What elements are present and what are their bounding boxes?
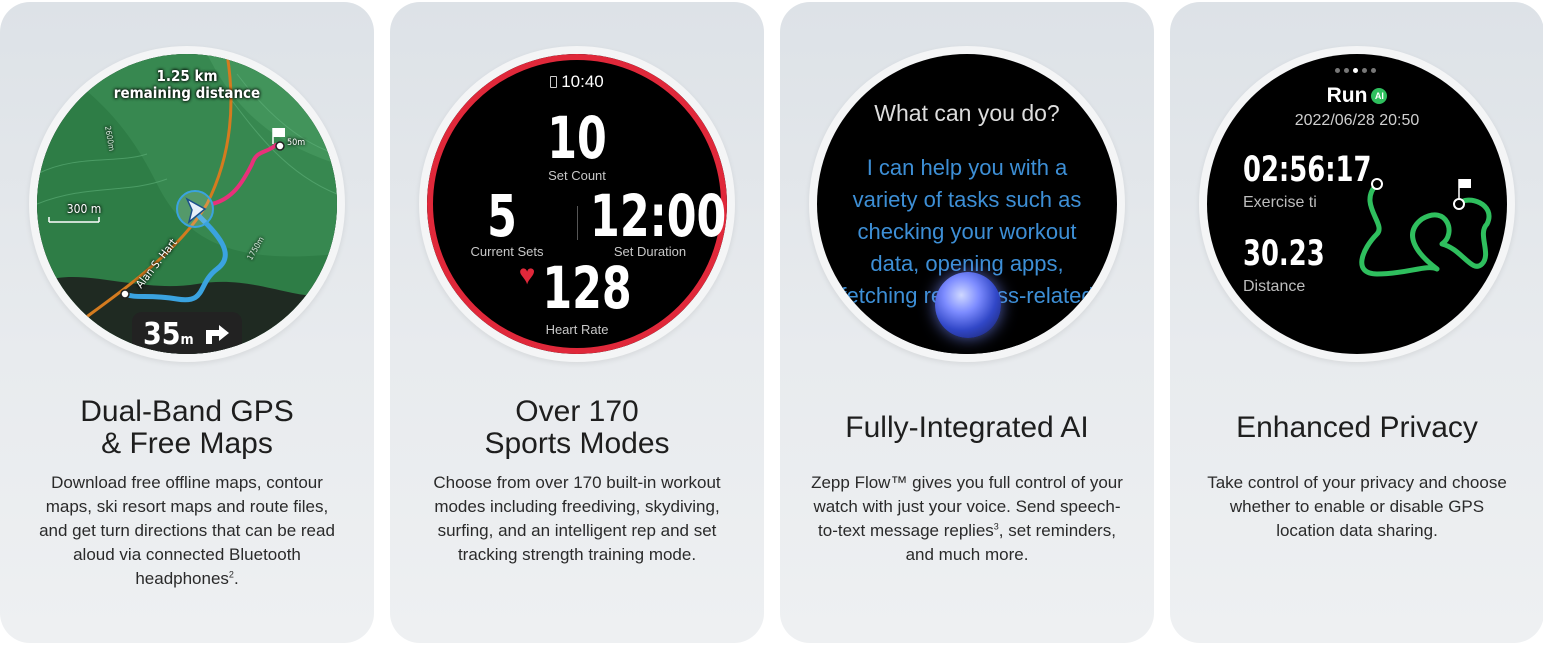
- feature-card-sports: 10:40 10 Set Count 5 Current Sets 12:00 …: [390, 2, 764, 643]
- exercise-time-label: Exercise ti: [1243, 194, 1317, 211]
- flag-label: 50m: [287, 138, 306, 148]
- finish-flag-icon: [1459, 179, 1471, 188]
- map-scale-label: 300 m: [66, 202, 102, 216]
- card-title: Dual-Band GPS & Free Maps: [80, 395, 294, 460]
- ai-badge-icon: AI: [1371, 88, 1388, 104]
- card-description: Choose from over 170 built-in workout mo…: [433, 473, 721, 564]
- heart-rate-label: Heart Rate: [545, 322, 609, 337]
- card-title: Enhanced Privacy: [1236, 411, 1478, 444]
- feature-card-ai: What can you do? I can help you with a v…: [780, 2, 1154, 643]
- watch-face-sports: 10:40 10 Set Count 5 Current Sets 12:00 …: [419, 46, 735, 362]
- set-duration-value: 12:00: [590, 182, 727, 250]
- route-map: [1359, 178, 1492, 277]
- page-indicator: [1333, 60, 1378, 78]
- watch-screen: 10:40 10 Set Count 5 Current Sets 12:00 …: [427, 54, 727, 354]
- feature-card-privacy: Run AI 2022/06/28 20:50 02:56:17 Exercise…: [1170, 2, 1543, 643]
- status-bar: 10:40: [427, 72, 727, 92]
- divider: [577, 206, 578, 240]
- card-description: Take control of your privacy and choose …: [1207, 473, 1507, 540]
- card-title: Fully-Integrated AI: [845, 411, 1089, 444]
- watch-face-ai: What can you do? I can help you with a v…: [809, 46, 1125, 362]
- watch-screen: What can you do? I can help you with a v…: [817, 54, 1117, 354]
- ai-question: What can you do?: [874, 100, 1060, 126]
- current-sets-value: 5: [487, 182, 517, 250]
- card-description: Download free offline maps, contour maps…: [39, 473, 335, 588]
- watch-screen: 1.25 km remaining distance 300 m Alan S.…: [37, 54, 337, 354]
- watch-face-map: 1.25 km remaining distance 300 m Alan S.…: [29, 46, 345, 362]
- card-title: Over 170 Sports Modes: [484, 395, 670, 460]
- voice-assistant-orb-icon[interactable]: [935, 272, 1001, 338]
- card-description: Zepp Flow™ gives you full control of you…: [811, 473, 1123, 564]
- turn-instruction: 35m: [132, 312, 242, 354]
- set-count-label: Set Count: [548, 168, 606, 183]
- activity-title: Run AI: [1207, 84, 1507, 108]
- turn-right-icon: [206, 325, 230, 344]
- distance-label: Distance: [1243, 278, 1306, 295]
- remaining-distance: 1.25 km remaining distance: [113, 67, 261, 102]
- distance-value: 30.23: [1243, 234, 1325, 274]
- activity-datetime: 2022/06/28 20:50: [1294, 112, 1420, 129]
- watch-face-run: Run AI 2022/06/28 20:50 02:56:17 Exercise…: [1199, 46, 1515, 362]
- watch-screen: Run AI 2022/06/28 20:50 02:56:17 Exercise…: [1207, 54, 1507, 354]
- set-count-value: 10: [547, 104, 607, 172]
- heart-rate-value: 128: [542, 254, 632, 322]
- battery-icon: [550, 76, 558, 88]
- feature-card-gps: 1.25 km remaining distance 300 m Alan S.…: [0, 2, 374, 643]
